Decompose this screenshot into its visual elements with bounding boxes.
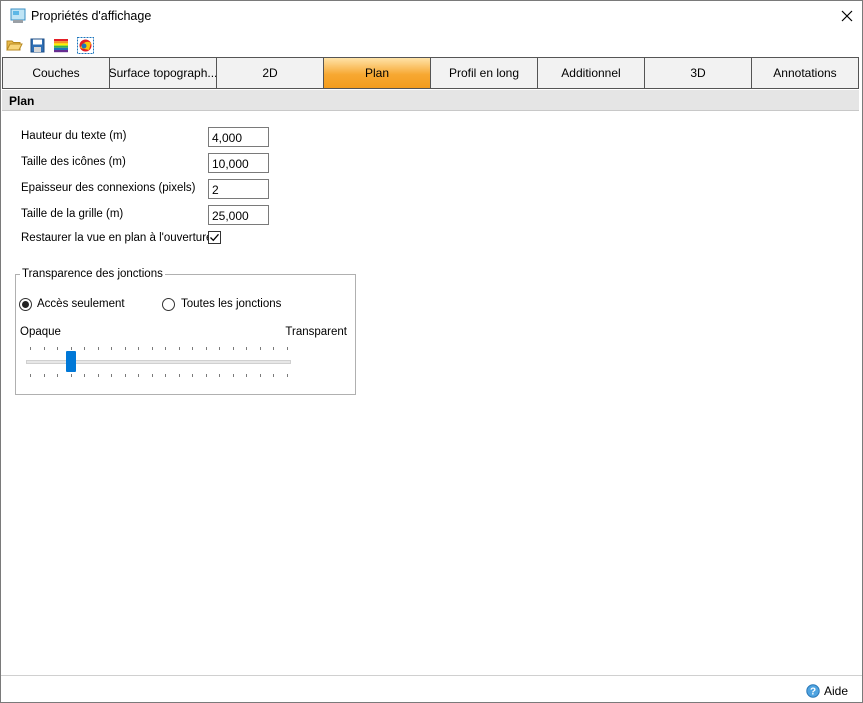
tab-plan[interactable]: Plan bbox=[324, 58, 431, 88]
status-bar: ? Aide bbox=[1, 675, 862, 702]
title-bar: Propriétés d'affichage bbox=[1, 1, 862, 33]
slider-tick bbox=[111, 374, 113, 377]
slider-tick bbox=[192, 347, 194, 350]
radio-all-junctions-label: Toutes les jonctions bbox=[181, 298, 282, 310]
slider-tick bbox=[138, 347, 140, 350]
tab-annotations[interactable]: Annotations bbox=[752, 58, 858, 88]
text-height-label: Hauteur du texte (m) bbox=[21, 130, 127, 142]
group-legend: Transparence des jonctions bbox=[20, 268, 165, 280]
slider-tick bbox=[246, 347, 248, 350]
radio-access-only[interactable] bbox=[19, 298, 32, 311]
slider-tick bbox=[151, 374, 153, 377]
slider-tick bbox=[30, 374, 31, 377]
help-label: Aide bbox=[823, 684, 848, 698]
slider-tick bbox=[273, 374, 275, 377]
tab-label: Additionnel bbox=[561, 66, 621, 80]
help-icon: ? bbox=[806, 684, 820, 698]
tab-surface-topographique[interactable]: Surface topograph... bbox=[110, 58, 217, 88]
slider-tick bbox=[205, 374, 207, 377]
tab-couches[interactable]: Couches bbox=[3, 58, 110, 88]
icon-size-label: Taille des icônes (m) bbox=[21, 156, 126, 168]
connection-thickness-input[interactable] bbox=[208, 179, 269, 199]
slider-tick bbox=[287, 347, 288, 350]
tab-label: Couches bbox=[32, 66, 80, 80]
tab-3d[interactable]: 3D bbox=[645, 58, 752, 88]
junction-transparency-group: Transparence des jonctions Accès seuleme… bbox=[15, 268, 356, 395]
slider-tick bbox=[151, 347, 153, 350]
slider-tick bbox=[246, 374, 248, 377]
slider-tick bbox=[97, 374, 99, 377]
tab-strip: Couches Surface topograph... 2D Plan Pro… bbox=[2, 57, 859, 89]
slider-tick bbox=[232, 347, 234, 350]
slider-tick bbox=[84, 374, 86, 377]
slider-tick bbox=[219, 374, 221, 377]
slider-tick bbox=[57, 374, 59, 377]
slider-tick bbox=[124, 374, 126, 377]
help-button[interactable]: ? Aide bbox=[806, 684, 848, 698]
checkmark-icon bbox=[210, 233, 219, 242]
slider-tick bbox=[165, 347, 167, 350]
slider-tick bbox=[70, 347, 72, 350]
slider-tick bbox=[57, 347, 59, 350]
text-height-input[interactable] bbox=[208, 127, 269, 147]
grid-size-label: Taille de la grille (m) bbox=[21, 208, 124, 220]
window-title: Propriétés d'affichage bbox=[31, 9, 152, 23]
icon-size-input[interactable] bbox=[208, 153, 269, 173]
tab-additionnel[interactable]: Additionnel bbox=[538, 58, 645, 88]
tab-profil-en-long[interactable]: Profil en long bbox=[431, 58, 538, 88]
slider-tick bbox=[97, 347, 99, 350]
tab-label: Surface topograph... bbox=[110, 66, 217, 80]
tab-label: 3D bbox=[690, 66, 706, 80]
slider-tick bbox=[84, 347, 86, 350]
slider-min-label: Opaque bbox=[20, 326, 61, 338]
slider-tick bbox=[219, 347, 221, 350]
slider-tick bbox=[43, 374, 45, 377]
tab-label: 2D bbox=[262, 66, 278, 80]
slider-tick bbox=[124, 347, 126, 350]
slider-tick bbox=[232, 374, 234, 377]
restore-view-checkbox[interactable] bbox=[208, 231, 221, 244]
section-title: Plan bbox=[2, 90, 859, 111]
close-button[interactable] bbox=[832, 1, 862, 31]
grid-size-input[interactable] bbox=[208, 205, 269, 225]
toolbar bbox=[1, 35, 201, 55]
tab-label: Annotations bbox=[773, 66, 837, 80]
close-icon bbox=[841, 10, 853, 22]
tab-2d[interactable]: 2D bbox=[217, 58, 324, 88]
slider-tick bbox=[259, 374, 261, 377]
slider-tick bbox=[192, 374, 194, 377]
color-picker-button[interactable] bbox=[75, 35, 95, 55]
slider-tick bbox=[287, 374, 288, 377]
open-button[interactable] bbox=[4, 35, 24, 55]
slider-tick bbox=[111, 347, 113, 350]
radio-all-junctions[interactable] bbox=[162, 298, 175, 311]
save-button[interactable] bbox=[27, 35, 47, 55]
connection-thickness-label: Epaisseur des connexions (pixels) bbox=[21, 182, 196, 194]
slider-tick bbox=[178, 374, 180, 377]
tab-label: Plan bbox=[364, 66, 390, 80]
slider-tick bbox=[273, 347, 275, 350]
slider-tick bbox=[178, 347, 180, 350]
slider-tick bbox=[138, 374, 140, 377]
slider-max-label: Transparent bbox=[285, 326, 347, 338]
transparency-slider-thumb[interactable] bbox=[65, 351, 76, 372]
svg-text:?: ? bbox=[810, 687, 816, 698]
slider-tick bbox=[43, 347, 45, 350]
palette-button[interactable] bbox=[51, 35, 71, 55]
restore-view-label: Restaurer la vue en plan à l'ouverture bbox=[21, 232, 213, 244]
rainbow-palette-icon bbox=[54, 38, 68, 52]
save-icon bbox=[30, 38, 44, 52]
app-icon bbox=[10, 8, 26, 24]
slider-tick bbox=[165, 374, 167, 377]
slider-tick bbox=[205, 347, 207, 350]
color-picker-icon bbox=[76, 36, 94, 54]
radio-access-only-label: Accès seulement bbox=[37, 298, 125, 310]
open-folder-icon bbox=[5, 40, 23, 51]
slider-tick bbox=[259, 347, 261, 350]
slider-tick bbox=[70, 374, 72, 377]
properties-window: Propriétés d'affichage Couches Surface t… bbox=[0, 0, 863, 703]
slider-tick bbox=[30, 347, 31, 350]
tab-label: Profil en long bbox=[448, 66, 520, 80]
